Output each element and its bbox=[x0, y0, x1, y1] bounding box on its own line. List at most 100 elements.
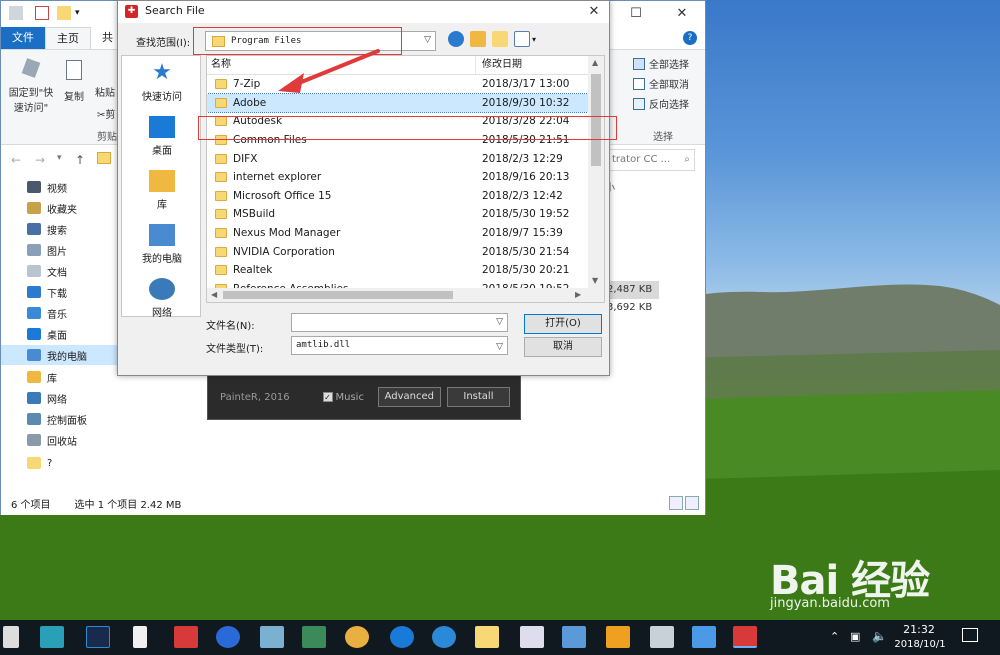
customize-qa-icon[interactable]: ▾ bbox=[75, 6, 89, 20]
notification-icon[interactable] bbox=[962, 628, 978, 642]
place-libraries[interactable]: 库 bbox=[122, 170, 202, 211]
vertical-scrollbar[interactable]: ▲ ▼ bbox=[588, 56, 604, 302]
bird-app-icon[interactable] bbox=[692, 626, 716, 648]
place-quick-access[interactable]: ★ 快速访问 bbox=[122, 62, 202, 104]
remote-desktop-icon[interactable] bbox=[520, 626, 544, 648]
tree-item-this-pc[interactable]: 我的电脑 bbox=[1, 345, 133, 365]
filetype-dropdown[interactable]: amtlib.dll ▽ bbox=[291, 336, 508, 355]
network-status-icon[interactable]: ▣ bbox=[850, 630, 860, 643]
show-hidden-icons-chevron-icon[interactable]: ⌃ bbox=[830, 630, 839, 643]
tree-item-favorites[interactable]: 收藏夹 bbox=[27, 198, 77, 218]
file-row[interactable]: Realtek 2018/5/30 20:21 bbox=[207, 261, 590, 280]
paint-icon[interactable] bbox=[650, 626, 674, 648]
file-explorer-icon[interactable] bbox=[475, 626, 499, 648]
app-au-icon[interactable] bbox=[40, 626, 64, 648]
file-name-cell: Microsoft Office 15 bbox=[207, 190, 476, 202]
pin-quick-access-button[interactable]: 固定到"快 速访问" bbox=[7, 58, 55, 114]
horizontal-scrollbar[interactable]: ◀ ▶ bbox=[207, 288, 590, 302]
cancel-button[interactable]: 取消 bbox=[524, 337, 602, 357]
tree-item-search[interactable]: 搜索 bbox=[27, 219, 67, 239]
dialog-titlebar[interactable]: ✚ Search File ✕ bbox=[118, 1, 609, 23]
scroll-left-icon[interactable]: ◀ bbox=[211, 290, 217, 299]
tree-item-network[interactable]: 网络 bbox=[27, 388, 67, 408]
up-folder-icon[interactable] bbox=[470, 31, 486, 47]
kugou-icon[interactable] bbox=[432, 626, 456, 648]
back-icon[interactable]: ← bbox=[11, 153, 21, 167]
open-button[interactable]: 打开(O) bbox=[524, 314, 602, 334]
large-icons-view-icon[interactable] bbox=[685, 496, 699, 510]
tab-home[interactable]: 主页 bbox=[45, 27, 91, 49]
tab-file[interactable]: 文件 bbox=[1, 27, 45, 49]
install-button[interactable]: Install bbox=[446, 387, 510, 407]
taskbar: ⌃ ▣ 🔈 21:32 2018/10/1 bbox=[0, 620, 1000, 655]
paste-button[interactable]: 粘贴 bbox=[95, 84, 119, 99]
archive-icon[interactable] bbox=[302, 626, 326, 648]
file-row[interactable]: MSBuild 2018/5/30 19:52 bbox=[207, 205, 590, 224]
copy-button[interactable]: 复制 bbox=[59, 60, 89, 103]
scroll-up-icon[interactable]: ▲ bbox=[592, 58, 598, 67]
column-header-date[interactable]: 修改日期 bbox=[476, 56, 522, 74]
details-view-icon[interactable] bbox=[669, 496, 683, 510]
up-icon[interactable]: ↑ bbox=[75, 153, 85, 167]
scrollbar-thumb[interactable] bbox=[223, 291, 453, 299]
file-row[interactable]: Nexus Mod Manager 2018/9/7 15:39 bbox=[207, 224, 590, 243]
file-row[interactable]: Microsoft Office 15 2018/2/3 12:42 bbox=[207, 187, 590, 206]
clock-date[interactable]: 2018/10/1 bbox=[892, 639, 948, 650]
file-row[interactable]: DIFX 2018/2/3 12:29 bbox=[207, 149, 590, 168]
close-icon[interactable]: ✕ bbox=[659, 1, 705, 27]
tree-item-pictures[interactable]: 图片 bbox=[27, 240, 67, 260]
view-menu-icon[interactable] bbox=[514, 31, 530, 47]
forward-icon[interactable]: → bbox=[35, 153, 45, 167]
select-all-icon bbox=[633, 57, 645, 70]
annotation-arrow bbox=[278, 49, 380, 93]
place-this-pc[interactable]: 我的电脑 bbox=[122, 224, 202, 265]
clipboard-group-label: 剪贴 bbox=[97, 132, 117, 143]
tree-label: 控制面板 bbox=[47, 415, 87, 427]
chevron-down-icon[interactable]: ▾ bbox=[532, 35, 536, 44]
tree-item-videos[interactable]: 视频 bbox=[27, 177, 67, 197]
music-checkbox[interactable]: ✓ Music bbox=[322, 392, 372, 403]
scroll-down-icon[interactable]: ▼ bbox=[592, 276, 598, 285]
baidu-netdisk-icon[interactable] bbox=[216, 626, 240, 648]
new-folder-icon[interactable] bbox=[492, 31, 508, 47]
invert-selection-button[interactable]: 反向选择 bbox=[633, 96, 689, 111]
tree-item-libraries[interactable]: 库 bbox=[27, 367, 57, 387]
tree-item-desktop[interactable]: 桌面 bbox=[27, 324, 67, 344]
file-row[interactable]: internet explorer 2018/9/16 20:13 bbox=[207, 168, 590, 187]
advanced-button[interactable]: Advanced bbox=[377, 387, 441, 407]
tree-item-unknown[interactable]: ? bbox=[27, 453, 52, 473]
chrome-icon[interactable] bbox=[345, 626, 369, 648]
search-box[interactable]: trator CC ... ⌕ bbox=[607, 149, 695, 171]
file-row[interactable]: NVIDIA Corporation 2018/5/30 21:54 bbox=[207, 242, 590, 261]
active-app-shield-icon[interactable] bbox=[733, 626, 757, 648]
image-viewer-icon[interactable] bbox=[260, 626, 284, 648]
filename-input[interactable]: ▽ bbox=[291, 313, 508, 332]
back-icon[interactable] bbox=[448, 31, 464, 47]
tree-item-music[interactable]: 音乐 bbox=[27, 303, 67, 323]
tree-item-documents[interactable]: 文档 bbox=[27, 261, 67, 281]
new-folder-icon[interactable] bbox=[57, 6, 71, 20]
recent-locations-icon[interactable]: ▾ bbox=[57, 153, 62, 163]
select-none-button[interactable]: 全部取消 bbox=[633, 76, 689, 91]
tree-item-control-panel[interactable]: 控制面板 bbox=[27, 409, 87, 429]
photoshop-icon[interactable] bbox=[86, 626, 110, 648]
edge-icon[interactable] bbox=[390, 626, 414, 648]
chevron-down-icon[interactable]: ▽ bbox=[496, 317, 503, 327]
close-icon[interactable]: ✕ bbox=[585, 3, 603, 21]
volume-icon[interactable]: 🔈 bbox=[872, 629, 887, 643]
maximize-icon[interactable]: ☐ bbox=[613, 1, 659, 27]
scroll-right-icon[interactable]: ▶ bbox=[575, 290, 581, 299]
place-desktop[interactable]: 桌面 bbox=[122, 116, 202, 157]
store-icon[interactable] bbox=[562, 626, 586, 648]
place-network[interactable]: 网络 bbox=[122, 278, 202, 319]
tree-item-recycle-bin[interactable]: 回收站 bbox=[27, 430, 77, 450]
app-red-icon[interactable] bbox=[174, 626, 198, 648]
clock-time[interactable]: 21:32 bbox=[894, 623, 944, 636]
help-icon[interactable]: ? bbox=[683, 31, 697, 45]
calculator-icon[interactable] bbox=[3, 626, 19, 648]
security-icon[interactable] bbox=[606, 626, 630, 648]
select-all-button[interactable]: 全部选择 bbox=[633, 56, 689, 71]
properties-icon[interactable] bbox=[35, 6, 49, 20]
tree-item-downloads[interactable]: 下载 bbox=[27, 282, 67, 302]
document-icon[interactable] bbox=[133, 626, 147, 648]
